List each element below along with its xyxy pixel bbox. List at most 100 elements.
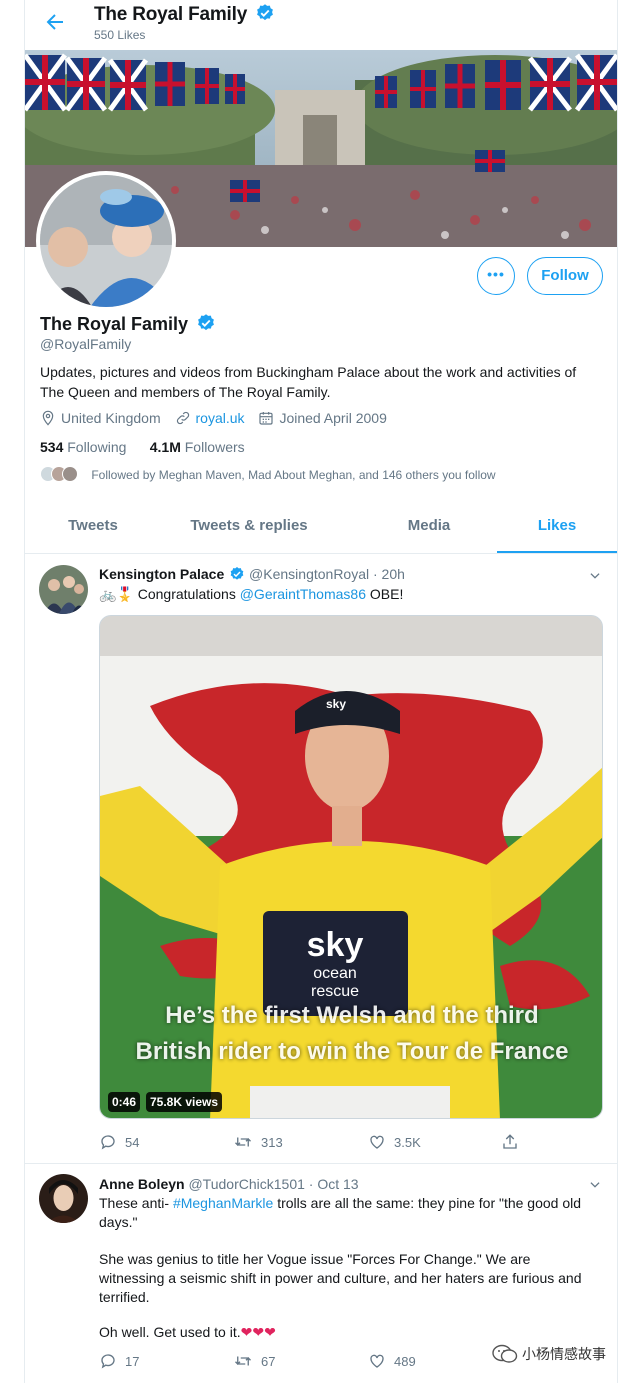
- tweet-text: 🚲🎖️ Congratulations @GeraintThomas86 OBE…: [99, 585, 599, 604]
- retweet-count: 67: [261, 1354, 276, 1369]
- website: royal.uk: [175, 410, 245, 426]
- tweet-avatar[interactable]: [39, 565, 88, 614]
- tweet-author[interactable]: Kensington Palace: [99, 566, 224, 582]
- hashtag-link[interactable]: #MeghanMarkle: [173, 1195, 273, 1211]
- heart-icon: [370, 1354, 384, 1368]
- tweet-last-line: Oh well. Get used to it.: [99, 1324, 241, 1340]
- back-arrow-icon[interactable]: [43, 10, 67, 34]
- tweet-paragraph: She was genius to title her Vogue issue …: [99, 1251, 582, 1305]
- profile-bio: Updates, pictures and videos from Buckin…: [40, 364, 577, 400]
- following-label: Following: [67, 439, 127, 455]
- followed-by[interactable]: Followed by Meghan Maven, Mad About Megh…: [40, 466, 496, 482]
- joined-text: Joined April 2009: [279, 410, 387, 426]
- verified-badge-icon: [230, 567, 244, 580]
- link-icon: [176, 411, 189, 425]
- followers-link[interactable]: 4.1M Followers: [150, 439, 245, 455]
- reply-count: 17: [125, 1354, 140, 1369]
- followers-label: Followers: [184, 439, 245, 455]
- more-options-button[interactable]: •••: [477, 257, 515, 295]
- profile-tabs: Tweets Tweets & replies Media Likes: [25, 503, 617, 554]
- tweet-text-prefix: These anti-: [99, 1195, 173, 1211]
- tweet-text: These anti- #MeghanMarkle trolls are all…: [99, 1194, 599, 1232]
- reply-action[interactable]: 17: [99, 1352, 139, 1370]
- tweet-author[interactable]: Anne Boleyn: [99, 1176, 185, 1192]
- profile-avatar[interactable]: [36, 171, 176, 311]
- tweet-handle[interactable]: @TudorChick1501: [188, 1176, 304, 1192]
- tweet-time[interactable]: · Oct 13: [309, 1176, 359, 1192]
- joined: Joined April 2009: [258, 410, 387, 426]
- like-count: 3.5K: [394, 1135, 421, 1150]
- verified-badge-icon: [257, 4, 274, 21]
- profile-name-text: The Royal Family: [40, 314, 189, 334]
- retweet-icon: [235, 1356, 251, 1366]
- anne-boleyn-avatar-image: [39, 1174, 88, 1223]
- followed-by-text: Followed by Meghan Maven, Mad About Megh…: [91, 468, 496, 482]
- reply-action[interactable]: 54: [99, 1133, 139, 1151]
- retweet-icon: [235, 1137, 251, 1147]
- wechat-icon: [492, 1344, 518, 1363]
- header-title-text: The Royal Family: [94, 4, 248, 25]
- chevron-down-icon[interactable]: [588, 569, 602, 583]
- kensington-avatar-image: [39, 565, 88, 614]
- tweet-mention-link[interactable]: @GeraintThomas86: [240, 586, 366, 602]
- verified-badge-icon: [198, 314, 214, 331]
- header-title: The Royal Family: [94, 3, 275, 26]
- tab-tweets[interactable]: Tweets: [25, 503, 161, 553]
- tweet-header: Kensington Palace @KensingtonRoyal · 20h: [99, 566, 405, 582]
- chevron-down-icon[interactable]: [588, 1178, 602, 1192]
- reply-count: 54: [125, 1135, 140, 1150]
- tweet-actions: 54 313 3.5K: [99, 1133, 519, 1153]
- jersey-sky-text: sky: [307, 926, 364, 964]
- likes-count: 550 Likes: [94, 28, 146, 42]
- profile-counts: 534 Following 4.1M Followers: [40, 439, 245, 455]
- profile-handle: @RoyalFamily: [40, 336, 132, 352]
- watermark-text: 小杨情感故事: [522, 1346, 606, 1362]
- share-icon: [503, 1134, 517, 1149]
- tweet-avatar[interactable]: [39, 1174, 88, 1223]
- calendar-icon: [259, 412, 274, 425]
- profile-name: The Royal Family: [40, 313, 216, 335]
- tweet-paragraph: Oh well. Get used to it.❤❤❤: [99, 1323, 599, 1342]
- profile-meta: United Kingdom royal.uk Joined April 200…: [40, 410, 397, 426]
- location-text: United Kingdom: [61, 410, 161, 426]
- website-link[interactable]: royal.uk: [196, 410, 245, 426]
- location-icon: [42, 410, 54, 426]
- jersey-ocean-text: ocean: [313, 965, 357, 982]
- like-count: 489: [394, 1354, 416, 1369]
- heart-icon: [370, 1135, 384, 1149]
- share-action[interactable]: [501, 1133, 527, 1151]
- video-views: 75.8K views: [146, 1092, 223, 1112]
- tab-media[interactable]: Media: [361, 503, 497, 553]
- tweet-time[interactable]: · 20h: [373, 566, 405, 582]
- watermark: 小杨情感故事: [492, 1344, 632, 1374]
- follow-button[interactable]: Follow: [527, 257, 603, 295]
- like-action[interactable]: 3.5K: [368, 1133, 421, 1151]
- jersey-rescue-text: rescue: [311, 983, 359, 1000]
- video-caption-line1: He’s the first Welsh and the third: [165, 1002, 539, 1029]
- top-bar: The Royal Family 550 Likes: [25, 0, 617, 50]
- tab-tweets-replies[interactable]: Tweets & replies: [161, 503, 337, 553]
- like-action[interactable]: 489: [368, 1352, 416, 1370]
- tab-likes[interactable]: Likes: [497, 503, 617, 553]
- retweet-action[interactable]: 313: [233, 1133, 283, 1151]
- tweet-actions: 17 67 489: [99, 1352, 519, 1372]
- timeline-column: The Royal Family 550 Likes ••• Follow Th…: [24, 0, 618, 1383]
- tweet-header: Anne Boleyn @TudorChick1501 · Oct 13: [99, 1176, 359, 1192]
- video-caption-line2: British rider to win the Tour de France: [135, 1038, 569, 1065]
- followers-count: 4.1M: [149, 439, 181, 455]
- cap-sky-text: sky: [326, 697, 346, 711]
- retweet-action[interactable]: 67: [233, 1352, 275, 1370]
- tweet-video[interactable]: sky ocean rescue sky He’s the first Wels…: [99, 615, 603, 1119]
- location: United Kingdom: [40, 410, 161, 426]
- follower-avatar: [62, 466, 78, 482]
- following-count: 534: [40, 439, 64, 455]
- retweet-count: 313: [261, 1135, 283, 1150]
- tweet-handle[interactable]: @KensingtonRoyal: [249, 566, 369, 582]
- tweet[interactable]: Kensington Palace @KensingtonRoyal · 20h…: [25, 553, 617, 1164]
- hearts-emoji: ❤❤❤: [240, 1324, 276, 1340]
- reply-icon: [101, 1135, 115, 1150]
- tweet-text-suffix: OBE!: [366, 586, 404, 602]
- video-duration: 0:46: [108, 1092, 141, 1112]
- following-link[interactable]: 534 Following: [40, 439, 126, 455]
- reply-icon: [101, 1354, 115, 1369]
